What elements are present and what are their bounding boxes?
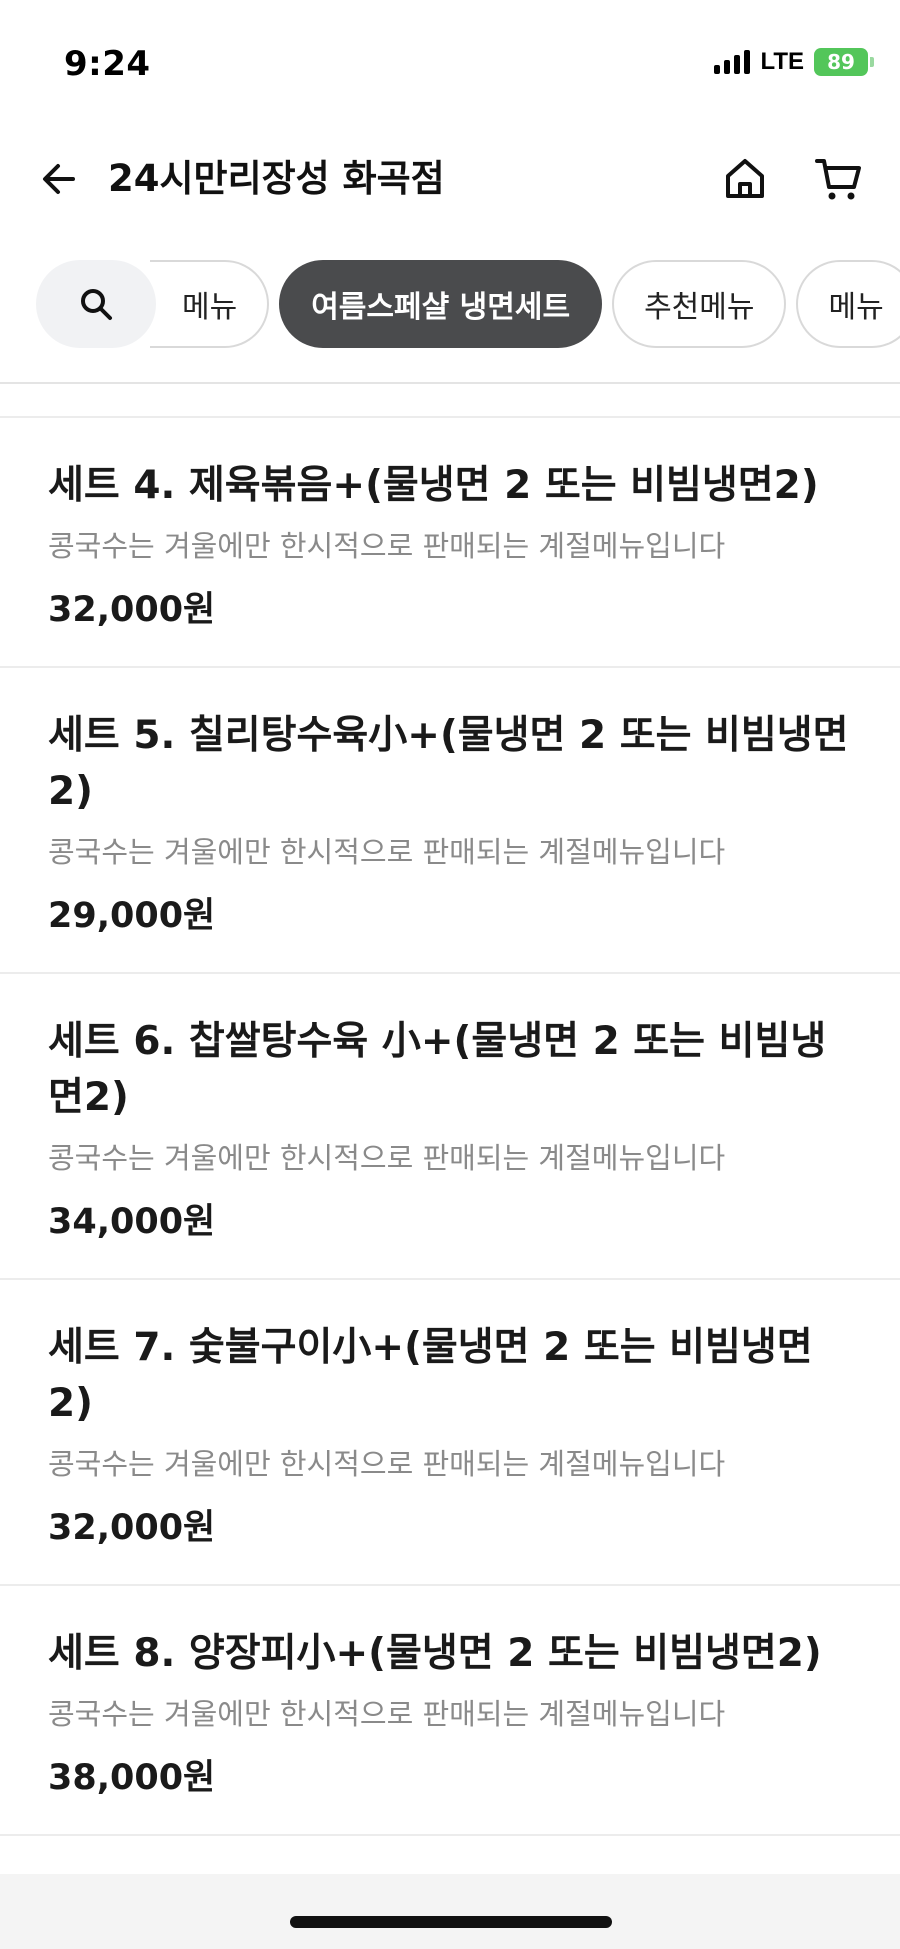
top-app-bar: 24시만리장성 화곡점 [0, 140, 900, 220]
search-icon [81, 289, 112, 320]
tab-summer-special-naengmyeon-set[interactable]: 여름스페샬 냉면세트 [279, 260, 603, 348]
menu-item[interactable]: 세트 5. 칠리탕수육小+(물냉면 2 또는 비빔냉면2) 콩국수는 겨울에만 … [0, 666, 900, 972]
tab-menu-more[interactable]: 메뉴 [796, 260, 900, 348]
home-button[interactable] [718, 152, 772, 206]
menu-item-description: 콩국수는 겨울에만 한시적으로 판매되는 계절메뉴입니다 [48, 1697, 726, 1731]
menu-item[interactable]: 세트 4. 제육볶음+(물냉면 2 또는 비빔냉면2) 콩국수는 겨울에만 한시… [0, 416, 900, 666]
menu-item-name: 세트 4. 제육볶음+(물냉면 2 또는 비빔냉면2) [48, 463, 819, 508]
battery-icon: 89 [814, 48, 874, 76]
menu-item[interactable]: 세트 6. 찹쌀탕수육 小+(물냉면 2 또는 비빔냉면2) 콩국수는 겨울에만… [0, 972, 900, 1278]
divider [0, 382, 900, 384]
status-time: 9:24 [64, 44, 151, 84]
menu-item-description: 콩국수는 겨울에만 한시적으로 판매되는 계절메뉴입니다 [48, 835, 726, 869]
page-title: 24시만리장성 화곡점 [108, 157, 445, 200]
status-bar: 9:24 LTE 89 [0, 0, 900, 120]
menu-item-name: 세트 8. 양장피小+(물냉면 2 또는 비빔냉면2) [48, 1631, 822, 1676]
tab-recommended-menu[interactable]: 추천메뉴 [612, 260, 787, 348]
category-chip-list: 메뉴 여름스페샬 냉면세트 추천메뉴 메뉴 [150, 260, 900, 348]
menu-item-price: 38,000원 [48, 1758, 216, 1798]
menu-item-description: 콩국수는 겨울에만 한시적으로 판매되는 계절메뉴입니다 [48, 529, 726, 563]
category-tabs: 메뉴 여름스페샬 냉면세트 추천메뉴 메뉴 [0, 260, 900, 350]
home-icon [726, 159, 764, 198]
menu-list: 세트 4. 제육볶음+(물냉면 2 또는 비빔냉면2) 콩국수는 겨울에만 한시… [0, 416, 900, 1836]
menu-item-description: 콩국수는 겨울에만 한시적으로 판매되는 계절메뉴입니다 [48, 1447, 726, 1481]
menu-item-price: 32,000원 [48, 590, 216, 630]
arrow-left-icon [43, 164, 75, 194]
tab-menu[interactable]: 메뉴 [150, 260, 270, 348]
menu-item-name: 세트 6. 찹쌀탕수육 小+(물냉면 2 또는 비빔냉면2) [48, 1019, 827, 1120]
back-button[interactable] [34, 154, 84, 204]
status-indicators: LTE 89 [714, 48, 874, 76]
menu-item[interactable]: 세트 7. 숯불구이小+(물냉면 2 또는 비빔냉면2) 콩국수는 겨울에만 한… [0, 1278, 900, 1584]
cart-icon [815, 159, 861, 200]
menu-item-price: 32,000원 [48, 1508, 216, 1548]
battery-level: 89 [827, 50, 855, 74]
menu-item-name: 세트 5. 칠리탕수육小+(물냉면 2 또는 비빔냉면2) [48, 713, 849, 814]
menu-item-name: 세트 7. 숯불구이小+(물냉면 2 또는 비빔냉면2) [48, 1325, 813, 1426]
menu-item-description: 콩국수는 겨울에만 한시적으로 판매되는 계절메뉴입니다 [48, 1141, 726, 1175]
menu-search-button[interactable] [36, 260, 156, 348]
cart-button[interactable] [812, 152, 866, 206]
menu-item[interactable]: 세트 8. 양장피小+(물냉면 2 또는 비빔냉면2) 콩국수는 겨울에만 한시… [0, 1584, 900, 1836]
signal-icon [714, 50, 751, 74]
menu-item-price: 34,000원 [48, 1202, 216, 1242]
home-indicator[interactable] [290, 1916, 612, 1928]
network-label: LTE [760, 48, 804, 75]
bottom-area [0, 1874, 900, 1949]
menu-item-price: 29,000원 [48, 896, 216, 936]
